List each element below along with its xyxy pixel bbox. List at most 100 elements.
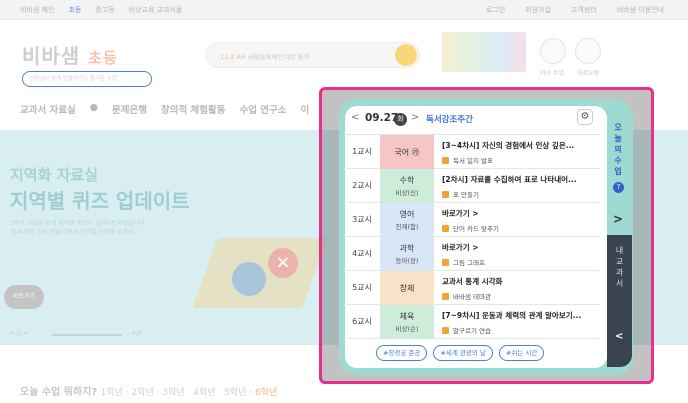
request-label: 자료요청 — [577, 70, 600, 77]
hashtag-list: #창경궁 준공 #세계 관광의 날 #쉬는 시간 — [376, 345, 586, 361]
search-keyword-text: AR 서울블록체인이란 뭘까 — [236, 53, 310, 61]
subject-cell[interactable]: 과학동아(장) — [380, 237, 434, 271]
site-logo[interactable]: 비바샘 초등 선생님의 함께 만들어가는 즐거운 수업 — [22, 40, 152, 87]
search-icon[interactable] — [395, 44, 417, 66]
subject-cell[interactable]: 창체 — [380, 271, 434, 305]
activity-link[interactable]: 단어 카드 맞추기 — [442, 223, 598, 233]
lesson-link[interactable]: 바로가기 > — [442, 242, 598, 253]
chevron-left-icon[interactable]: < — [615, 331, 623, 342]
search-keyword-date: 11.2 — [220, 53, 235, 61]
hero-pager-controls[interactable]: < || > — [10, 330, 28, 337]
nav-research[interactable]: 수업 연구소 — [240, 102, 287, 116]
search-bar[interactable]: 11.2 AR 서울블록체인이란 뭘까 — [205, 42, 420, 68]
hashtag-button[interactable]: #세계 관광의 날 — [433, 345, 493, 361]
date-header: < 09.27 화 > 독서강조주간 — [351, 112, 601, 126]
activity-name: 단어 카드 맞추기 — [453, 225, 499, 233]
help-icon[interactable]: ? — [613, 182, 624, 193]
nav-textbook[interactable]: 교과서 자료실 — [20, 102, 76, 116]
special-event-link[interactable]: 독서강조주간 — [426, 113, 473, 125]
logo-text: 비바샘 — [22, 44, 81, 68]
my-class-icon[interactable] — [540, 38, 566, 64]
lesson-link[interactable]: [7~9차시] 운동과 체력의 관계 알아보기... — [442, 310, 598, 321]
activity-link[interactable]: 그림 그래프 — [442, 257, 598, 267]
activity-link[interactable]: 말구르기 연습 — [442, 325, 598, 335]
today-tab-char: 의 — [614, 145, 622, 154]
today-class-tab[interactable]: 오 늘 의 수 업 — [607, 122, 629, 177]
hero-progress-bar — [52, 334, 122, 336]
support-link[interactable]: 고객센터 — [571, 5, 597, 15]
top-link-main[interactable]: 비바샘 메인 — [20, 5, 54, 15]
map-x-pin-icon: × — [268, 248, 298, 278]
publisher-name: 비상(손) — [395, 325, 419, 333]
activity-link[interactable]: 표 만들기 — [442, 189, 598, 199]
top-utility-bar: 비바샘 메인 초등 중고등 비상교육 교과서몰 로그인 회원가입 고객센터 비바… — [0, 0, 688, 20]
guide-link[interactable]: 비바샘 이용안내 — [617, 5, 664, 15]
timetable-row: 4교시 과학동아(장) 바로가기 > 그림 그래프 — [344, 237, 600, 271]
hero-more-button[interactable]: 바로가기 — [4, 285, 44, 309]
prev-day-icon[interactable]: < — [351, 112, 359, 123]
timetable-row: 5교시 창체 교과서 통계 시각화 바바샘 테마관 — [344, 271, 600, 305]
nav-dot-icon: ● — [89, 102, 99, 113]
gear-icon[interactable]: ⚙ — [577, 109, 593, 125]
signup-link[interactable]: 회원가입 — [525, 5, 551, 15]
hero-desc-1: 3학기 수업을 위해 지역화 퀴즈가 업데이트되었습니다. — [10, 220, 147, 227]
hashtag-button[interactable]: #창경궁 준공 — [376, 345, 428, 361]
hero-title-large: 지역별 퀴즈 업데이트 — [10, 189, 190, 213]
lesson-link[interactable]: [2차시] 자료를 수집하여 표로 나타내어... — [442, 174, 598, 185]
period-label: 4교시 — [352, 249, 372, 258]
period-label: 6교시 — [352, 317, 372, 326]
next-day-icon[interactable]: > — [411, 112, 419, 123]
grade-tab-selected[interactable]: 6학년 — [255, 388, 277, 398]
nav-more[interactable]: 이 — [301, 102, 310, 116]
my-textbook-label: 내 교 과 서 — [607, 245, 632, 289]
hashtag-button[interactable]: #쉬는 시간 — [498, 345, 545, 361]
top-links-left: 비바샘 메인 초등 중고등 비상교육 교과서몰 — [20, 5, 182, 15]
chevron-right-icon[interactable]: > — [613, 212, 623, 226]
schedule-weekday: 화 — [394, 113, 407, 126]
search-keyword: 11.2 AR 서울블록체인이란 뭘까 — [220, 51, 309, 61]
activity-link[interactable]: 독서 일지 발표 — [442, 155, 598, 165]
hero-page-number: 4/6 — [132, 330, 142, 337]
subject-cell[interactable]: 영어 천재(함) — [380, 203, 434, 237]
lesson-link[interactable]: [3~4차시] 자신의 경험에서 인상 깊은... — [442, 140, 598, 151]
publisher-name: 동아(장) — [395, 257, 419, 265]
activity-name: 그림 그래프 — [453, 259, 485, 267]
lesson-link[interactable]: 교과서 통계 시각화 — [442, 276, 598, 287]
activity-link[interactable]: 바바샘 테마관 — [442, 291, 598, 301]
my-textbook-char: 교 — [615, 257, 624, 266]
logo-sub: 초등 — [88, 49, 118, 67]
grade-tab-list[interactable]: 1학년 · 2학년 · 3학년 · 4학년 · 5학년 · — [101, 388, 255, 398]
my-textbook-tab[interactable]: 내 교 과 서 < — [607, 235, 632, 367]
subject-name: 국어 ㉮ — [394, 147, 420, 157]
activity-icon — [442, 327, 449, 334]
lesson-link[interactable]: 바로가기 > — [442, 208, 598, 219]
subject-cell[interactable]: 수학 비상(신) — [380, 169, 434, 203]
nav-question-bank[interactable]: 문제은행 — [112, 102, 147, 116]
my-textbook-char: 서 — [615, 279, 624, 288]
subject-cell[interactable]: 국어 ㉮ — [380, 135, 434, 169]
top-link-textbook-mall[interactable]: 비상교육 교과서몰 — [129, 5, 183, 15]
top-links-right: 로그인 회원가입 고객센터 비바샘 이용안내 — [486, 5, 664, 15]
request-icon[interactable] — [575, 38, 601, 64]
timetable-row: 1교시 국어 ㉮ [3~4차시] 자신의 경험에서 인상 깊은... 독서 일지… — [344, 135, 600, 169]
activity-name: 독서 일지 발표 — [453, 157, 494, 165]
publisher-name: 비상(신) — [395, 189, 419, 197]
activity-icon — [442, 225, 449, 232]
publisher-name: 천재(함) — [395, 223, 419, 231]
login-link[interactable]: 로그인 — [486, 5, 505, 15]
subject-cell[interactable]: 체육 비상(손) — [380, 305, 434, 339]
activity-icon — [442, 259, 449, 266]
subject-name: 과학 — [399, 244, 415, 253]
today-class-section: 오늘 수업 뭐하지? 1학년 · 2학년 · 3학년 · 4학년 · 5학년 ·… — [20, 383, 277, 398]
today-tab-char: 수 — [614, 156, 622, 165]
today-tab-char: 늘 — [614, 134, 622, 143]
nav-creative[interactable]: 창의적 체험활동 — [161, 102, 226, 116]
top-link-elementary[interactable]: 초등 — [68, 5, 81, 15]
subject-name: 창체 — [399, 283, 415, 293]
activity-name: 바바샘 테마관 — [453, 293, 491, 301]
promo-banner-image[interactable] — [442, 32, 526, 72]
activity-name: 말구르기 연습 — [453, 327, 491, 335]
map-pin-icon — [232, 262, 266, 296]
top-link-middle-high[interactable]: 중고등 — [95, 5, 114, 15]
grade-tabs[interactable]: 1학년 · 2학년 · 3학년 · 4학년 · 5학년 · 6학년 — [101, 388, 278, 398]
